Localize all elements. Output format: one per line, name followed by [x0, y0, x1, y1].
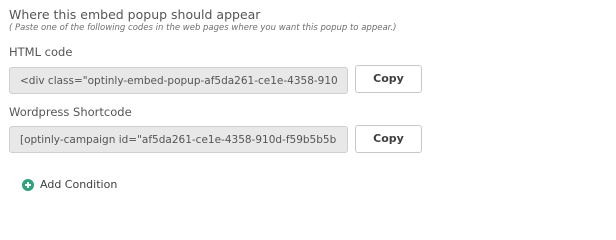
section-title: Where this embed popup should appear — [9, 7, 261, 22]
html-code-field[interactable] — [9, 67, 348, 94]
add-condition-button[interactable]: Add Condition — [22, 178, 117, 191]
add-condition-label: Add Condition — [40, 178, 118, 191]
html-code-label: HTML code — [9, 45, 73, 59]
wordpress-shortcode-field[interactable] — [9, 126, 348, 153]
wordpress-shortcode-label: Wordpress Shortcode — [9, 105, 132, 119]
section-hint: ( Paste one of the following codes in th… — [9, 23, 397, 33]
plus-circle-icon — [22, 178, 34, 191]
copy-shortcode-button[interactable]: Copy — [355, 125, 422, 153]
copy-html-code-button[interactable]: Copy — [355, 65, 422, 93]
